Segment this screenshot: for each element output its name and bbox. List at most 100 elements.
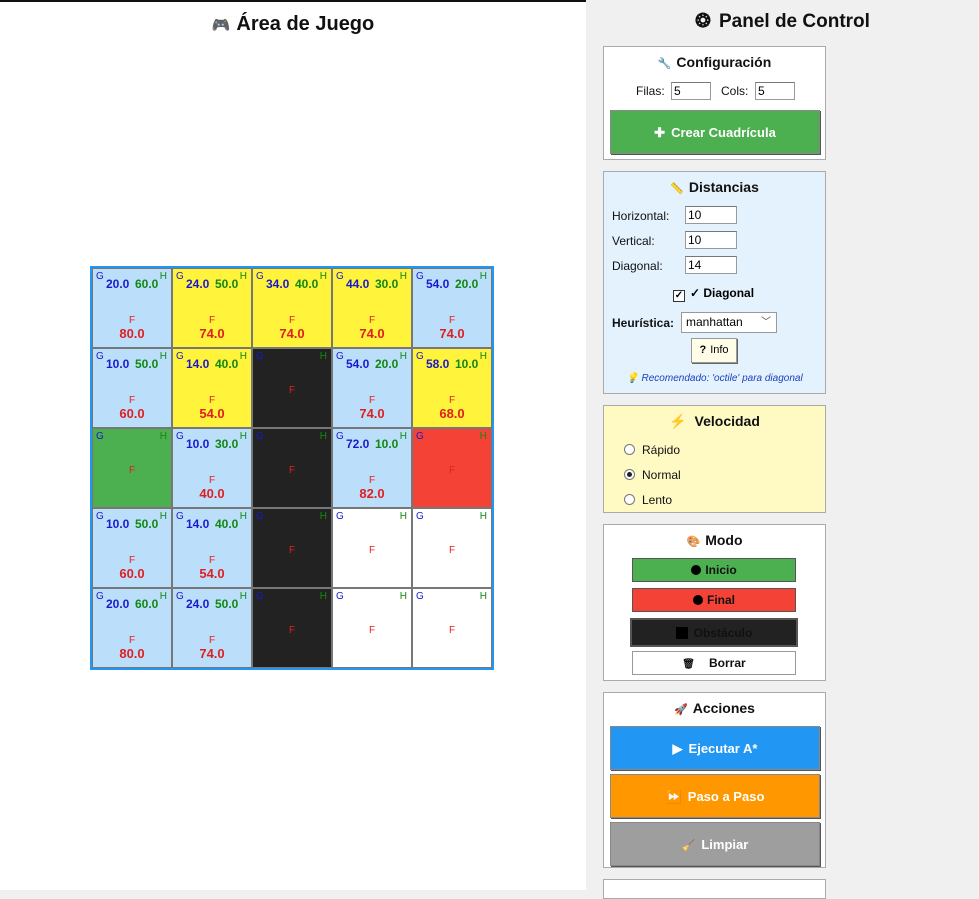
cell-h-label: H — [159, 351, 167, 362]
cell-g-value: 20.0 — [106, 277, 130, 291]
chevron-down-icon: ﹀ — [761, 317, 771, 328]
cell-f-label: F — [208, 475, 216, 486]
clear-label: Limpiar — [701, 837, 749, 852]
grid-cell[interactable]: G H 54.0 20.0 F 74.0 — [332, 348, 412, 428]
step-by-step-button[interactable]: ⏩ Paso a Paso — [610, 774, 820, 818]
mode-end-button[interactable]: Final — [632, 588, 796, 612]
rows-input[interactable]: 5 — [671, 82, 711, 100]
cell-g-value: 20.0 — [106, 597, 130, 611]
mode-obstacle-button[interactable]: Obstáculo — [630, 618, 798, 647]
cell-f-value: 74.0 — [199, 326, 225, 341]
diagonal-label: Diagonal: — [612, 259, 663, 273]
vertical-input[interactable]: 10 — [685, 231, 737, 249]
cell-f-label: F — [288, 545, 296, 556]
actions-title: 🚀 Acciones — [604, 700, 825, 716]
radio-button[interactable] — [624, 444, 635, 455]
grid-cell[interactable]: G H F — [252, 508, 332, 588]
grid-cell[interactable]: G H F — [412, 508, 492, 588]
grid-cell[interactable]: G H F — [252, 348, 332, 428]
grid-cell[interactable]: G H F — [412, 588, 492, 668]
cell-f-label: F — [368, 625, 376, 636]
speed-option-label: Normal — [642, 468, 681, 482]
cell-h-label: H — [159, 591, 167, 602]
mode-start-button[interactable]: Inicio — [632, 558, 796, 582]
cell-f-label: F — [128, 465, 136, 476]
speed-title-text: Velocidad — [694, 413, 760, 429]
cell-f-value: 82.0 — [359, 486, 385, 501]
speed-option-label: Rápido — [642, 443, 681, 457]
mode-erase-label: Borrar — [709, 656, 746, 670]
cols-input[interactable]: 5 — [755, 82, 795, 100]
gear-icon: ❂ — [695, 11, 711, 32]
cell-h-label: H — [159, 271, 167, 282]
cell-h-label: H — [399, 511, 407, 522]
grid-cell[interactable]: G H 10.0 50.0 F 60.0 — [92, 348, 172, 428]
actions-title-text: Acciones — [692, 700, 755, 716]
mode-title-text: Modo — [705, 532, 743, 548]
speed-option-label: Lento — [642, 493, 673, 507]
cell-f-label: F — [288, 465, 296, 476]
grid-cell[interactable]: G H 24.0 50.0 F 74.0 — [172, 268, 252, 348]
grid-cell[interactable]: G H 20.0 60.0 F 80.0 — [92, 588, 172, 668]
diagonal-input[interactable]: 14 — [685, 256, 737, 274]
cell-f-label: F — [208, 395, 216, 406]
radio-button[interactable] — [624, 494, 635, 505]
cell-g-value: 10.0 — [106, 517, 130, 531]
cell-h-label: H — [479, 591, 487, 602]
info-button[interactable]: ? Info — [691, 338, 737, 363]
run-astar-button[interactable]: ▶ Ejecutar A* — [610, 726, 820, 770]
cell-f-value: 74.0 — [359, 326, 385, 341]
create-grid-label: Crear Cuadrícula — [671, 125, 776, 140]
cell-f-label: F — [448, 315, 456, 326]
cell-g-label: G — [176, 351, 184, 362]
grid-cell[interactable]: G H 14.0 40.0 F 54.0 — [172, 508, 252, 588]
cell-f-value: 40.0 — [199, 486, 225, 501]
heuristic-select[interactable]: manhattan ﹀ — [681, 312, 777, 333]
cell-g-label: G — [176, 591, 184, 602]
horizontal-input[interactable]: 10 — [685, 206, 737, 224]
cell-f-label: F — [288, 385, 296, 396]
grid-cell[interactable]: G H 54.0 20.0 F 74.0 — [412, 268, 492, 348]
cell-h-value: 40.0 — [215, 357, 239, 371]
cell-g-value: 72.0 — [346, 437, 370, 451]
create-grid-button[interactable]: ✚ Crear Cuadrícula — [610, 110, 820, 154]
grid-cell[interactable]: G H 44.0 30.0 F 74.0 — [332, 268, 412, 348]
lightning-icon: ⚡ — [669, 413, 687, 429]
panel-title-text: Panel de Control — [718, 11, 870, 32]
cell-f-label: F — [448, 625, 456, 636]
cell-f-label: F — [368, 315, 376, 326]
rocket-icon: 🚀 — [674, 704, 688, 716]
grid-cell[interactable]: G H F — [252, 428, 332, 508]
grid-cell[interactable]: G H 34.0 40.0 F 74.0 — [252, 268, 332, 348]
speed-radio-fast[interactable]: Rápido — [624, 443, 680, 457]
speed-radio-normal[interactable]: Normal — [624, 468, 681, 482]
cell-h-label: H — [319, 271, 327, 282]
clear-button[interactable]: 🧹 Limpiar — [610, 822, 820, 866]
grid-cell[interactable]: G H 10.0 50.0 F 60.0 — [92, 508, 172, 588]
grid-cell[interactable]: G H 14.0 40.0 F 54.0 — [172, 348, 252, 428]
grid-cell[interactable]: G H F — [252, 588, 332, 668]
cell-h-label: H — [159, 431, 167, 442]
cell-g-label: G — [416, 591, 424, 602]
grid-cell[interactable]: G H 72.0 10.0 F 82.0 — [332, 428, 412, 508]
cell-f-value: 74.0 — [439, 326, 465, 341]
speed-radio-slow[interactable]: Lento — [624, 493, 672, 507]
radio-button-selected[interactable] — [624, 469, 635, 480]
cell-g-value: 54.0 — [346, 357, 370, 371]
mode-erase-button[interactable]: 🗑 Borrar — [632, 651, 796, 675]
grid-cell[interactable]: G H 10.0 30.0 F 40.0 — [172, 428, 252, 508]
cell-g-label: G — [96, 271, 104, 282]
grid-cell[interactable]: G H F — [332, 508, 412, 588]
heuristic-selected-value: manhattan — [686, 315, 743, 329]
grid-cell[interactable]: G H F — [332, 588, 412, 668]
grid-cell[interactable]: G H 58.0 10.0 F 68.0 — [412, 348, 492, 428]
checkbox-box[interactable]: ✓ — [673, 290, 685, 302]
cell-h-label: H — [399, 351, 407, 362]
diagonal-checkbox[interactable]: ✓ ✓ Diagonal — [673, 286, 754, 302]
cell-f-value: 68.0 — [439, 406, 465, 421]
grid-cell[interactable]: G H 20.0 60.0 F 80.0 — [92, 268, 172, 348]
grid-cell[interactable]: G H F — [412, 428, 492, 508]
grid-cell[interactable]: G H 24.0 50.0 F 74.0 — [172, 588, 252, 668]
config-section: 🔧 Configuración Filas: 5 Cols: 5 ✚ Crear C… — [603, 46, 826, 160]
grid-cell[interactable]: G H F — [92, 428, 172, 508]
